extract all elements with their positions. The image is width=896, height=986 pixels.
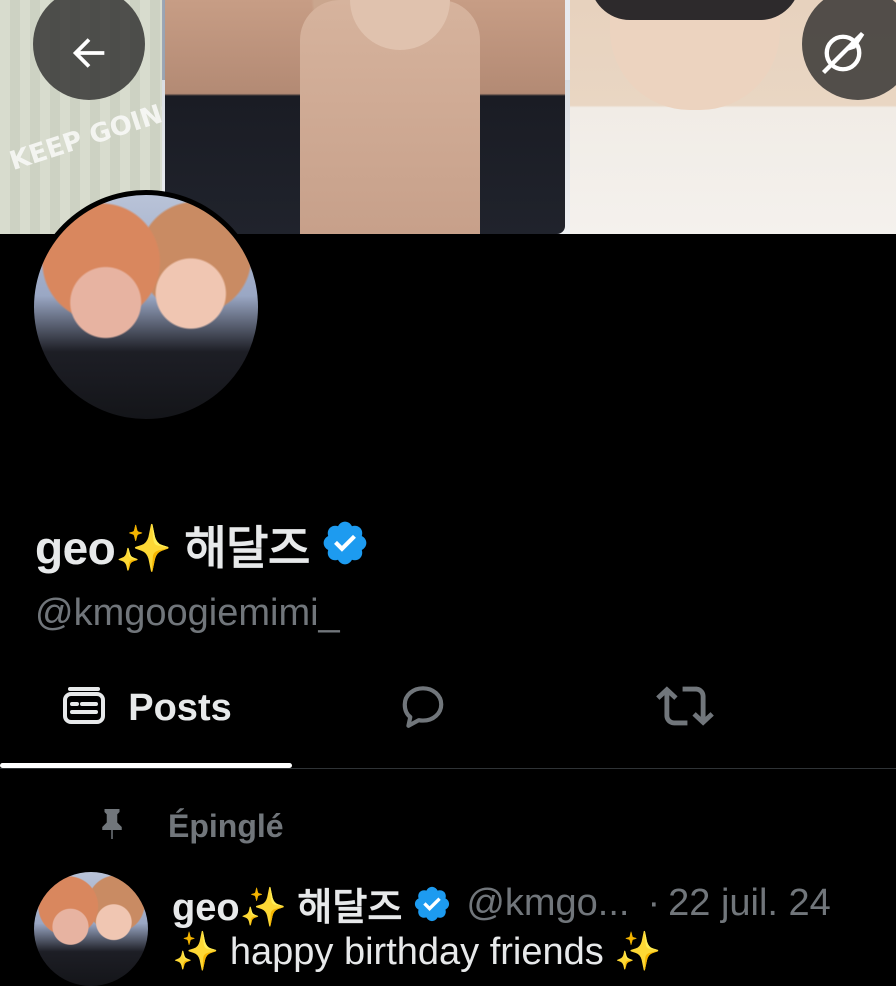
arrow-left-icon — [66, 8, 112, 81]
avatar-image — [34, 195, 258, 419]
profile-name-row: geo✨ 해달즈 — [35, 512, 370, 578]
posts-icon — [60, 682, 108, 735]
pinned-label: Épinglé — [168, 808, 284, 844]
profile-avatar[interactable] — [29, 190, 263, 424]
verified-badge-icon[interactable] — [320, 518, 370, 573]
tab-reposts[interactable] — [554, 648, 816, 768]
verified-badge-icon[interactable] — [412, 884, 452, 924]
display-name: geo✨ 해달즈 — [35, 522, 310, 574]
tweet-text: ✨ happy birthday friends ✨ — [172, 931, 662, 973]
active-tab-indicator — [0, 763, 292, 768]
reply-icon — [398, 681, 448, 736]
profile-tabs: Posts — [0, 648, 896, 769]
tweet-avatar[interactable] — [34, 872, 148, 986]
repost-icon — [656, 677, 714, 740]
tweet-separator: · — [647, 882, 661, 924]
tweet-handle[interactable]: @kmgo... — [466, 882, 629, 925]
profile-handle: @kmgoogiemimi_ — [35, 592, 340, 634]
banner-cap — [590, 0, 800, 20]
pin-icon — [94, 804, 130, 849]
tweet-date[interactable]: 22 juil. 24 — [668, 882, 831, 925]
explore-icon — [817, 5, 896, 84]
tweet-header: geo✨ 해달즈 @kmgo... · 22 juil. 24 — [172, 876, 831, 931]
tweet-display-name[interactable]: geo✨ 해달즈 — [172, 876, 402, 931]
tab-replies[interactable] — [292, 648, 554, 768]
tab-posts[interactable]: Posts — [0, 648, 292, 768]
tab-posts-label: Posts — [128, 686, 232, 729]
pinned-row: Épinglé — [94, 804, 284, 849]
